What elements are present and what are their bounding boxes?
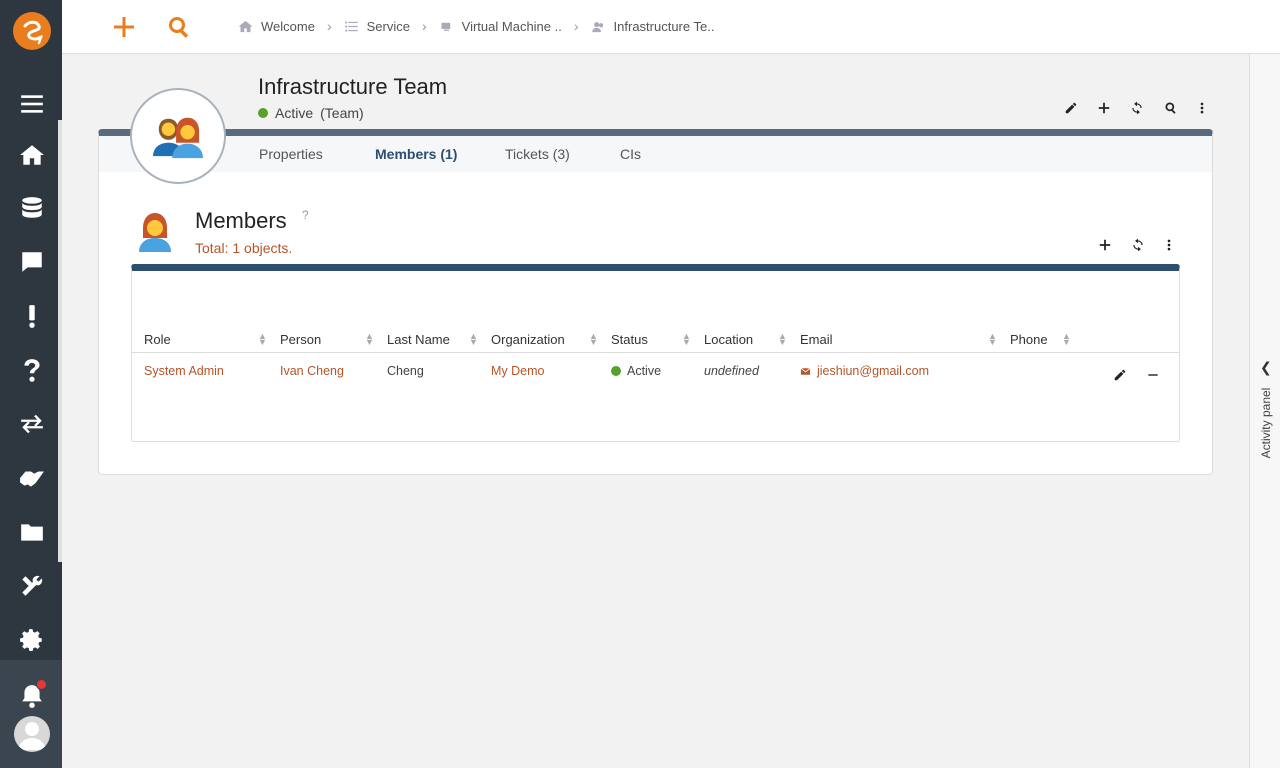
menu-icon[interactable] [16,88,48,120]
team-avatar [130,88,226,184]
breadcrumb-welcome[interactable]: Welcome [238,19,315,34]
breadcrumb-label: Infrastructure Te.. [613,18,715,34]
sort-icon[interactable]: ▲ ▼ [778,332,787,347]
team-icon [591,21,603,32]
top-bar: Welcome › Service › Virtual Machine .. ›… [62,0,1280,54]
database-icon[interactable] [16,192,48,224]
members-table: Role ▲ ▼ Person ▲ ▼ Last Name ▲ ▼ Organizat… [131,264,1180,442]
tab-members[interactable]: Members (1) [375,146,457,162]
breadcrumb-virtual-machine[interactable]: Virtual Machine .. [439,19,562,34]
remove-row-icon[interactable] [1142,364,1164,386]
members-total: Total: 1 objects. [195,240,293,256]
breadcrumb-team[interactable]: Infrastructure Te.. [591,18,715,34]
cell-role[interactable]: System Admin [144,364,224,378]
chat-icon[interactable] [16,246,48,278]
cell-email[interactable]: jieshiun@gmail.com [800,364,929,378]
column-header-email[interactable]: Email [800,332,833,347]
cell-location: undefined [704,364,759,378]
cell-person[interactable]: Ivan Cheng [280,364,344,378]
tab-bar: Properties Members (1) Tickets (3) CIs [99,136,1212,172]
left-navigation [0,0,62,768]
cell-organization[interactable]: My Demo [491,364,544,378]
column-header-role[interactable]: Role [144,332,171,347]
help-icon[interactable] [16,354,48,386]
add-icon[interactable] [109,12,139,42]
edit-row-icon[interactable] [1109,364,1131,386]
alert-icon[interactable] [16,300,48,332]
status-text: Active [627,364,662,378]
breadcrumb-label: Welcome [261,18,315,34]
help-icon[interactable]: ? [302,208,309,222]
breadcrumb-label: Service [366,18,410,34]
column-header-organization[interactable]: Organization [491,332,565,347]
search-icon[interactable] [1160,97,1182,119]
add-icon[interactable] [1093,97,1115,119]
notification-badge [36,679,47,690]
tab-tickets[interactable]: Tickets (3) [505,146,570,162]
folder-icon[interactable] [16,516,48,548]
chevron-left-icon[interactable]: ❮ [1260,359,1272,376]
more-options-icon[interactable] [1191,97,1213,119]
header-divider [132,352,1179,353]
sort-icon[interactable]: ▲ ▼ [682,332,691,347]
team-status: Active (Team) [258,105,364,121]
refresh-icon[interactable] [1127,234,1149,256]
column-header-status[interactable]: Status [611,332,648,347]
page-title: Infrastructure Team [258,74,448,99]
column-header-location[interactable]: Location [704,332,753,347]
home-icon [238,20,253,32]
nav-scrollbar[interactable] [58,120,62,562]
handshake-icon[interactable] [16,462,48,494]
app-logo[interactable] [13,12,51,50]
sort-icon[interactable]: ▲ ▼ [469,332,478,347]
more-options-icon[interactable] [1158,234,1180,256]
settings-icon[interactable] [16,624,48,656]
user-avatar[interactable] [14,716,50,752]
team-type: (Team) [320,105,364,121]
status-dot [258,108,268,118]
sort-icon[interactable]: ▲ ▼ [365,332,374,347]
sort-icon[interactable]: ▲ ▼ [258,332,267,347]
status-text: Active [275,105,314,121]
chevron-right-icon: › [573,18,579,34]
breadcrumb-label: Virtual Machine .. [461,18,562,34]
activity-panel[interactable]: ❮ Activity panel [1249,54,1280,768]
list-icon [344,21,358,31]
chevron-right-icon: › [326,18,332,34]
tools-icon[interactable] [16,570,48,602]
chevron-right-icon: › [421,18,427,34]
column-header-last-name[interactable]: Last Name [387,332,450,347]
column-header-phone[interactable]: Phone [1010,332,1048,347]
tab-properties[interactable]: Properties [259,146,323,162]
status-dot [611,366,621,376]
activity-panel-label: Activity panel [1259,387,1273,459]
email-icon [800,367,811,375]
search-icon[interactable] [164,12,194,42]
breadcrumb-service[interactable]: Service [344,19,410,34]
sort-icon[interactable]: ▲ ▼ [589,332,598,347]
cell-last-name: Cheng [387,364,424,378]
tab-cis[interactable]: CIs [620,146,641,162]
virtual-machine-icon [441,22,450,31]
sort-icon[interactable]: ▲ ▼ [988,332,997,347]
exchange-icon[interactable] [16,408,48,440]
members-icon [137,210,173,257]
sort-icon[interactable]: ▲ ▼ [1062,332,1071,347]
column-header-person[interactable]: Person [280,332,321,347]
edit-icon[interactable] [1060,97,1082,119]
breadcrumb: Welcome › Service › Virtual Machine .. ›… [238,18,714,34]
team-icon [153,117,203,159]
email-text: jieshiun@gmail.com [817,364,930,378]
members-title: Members [195,208,287,233]
refresh-icon[interactable] [1126,97,1148,119]
home-icon[interactable] [16,139,48,171]
add-member-icon[interactable] [1094,234,1116,256]
cell-status: Active [611,364,661,378]
